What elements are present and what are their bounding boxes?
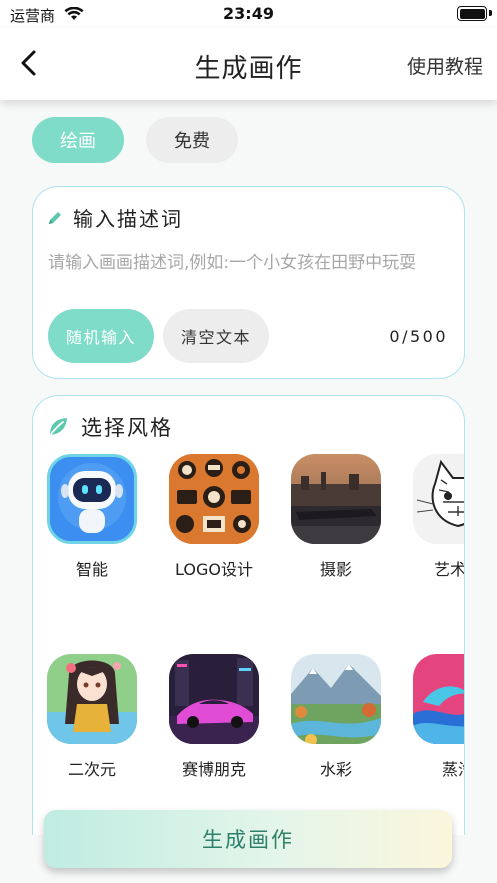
leaf-icon bbox=[50, 418, 67, 435]
style-label: 智能 bbox=[75, 560, 108, 579]
description-header: 输入描述词 bbox=[47, 203, 183, 232]
style-item-anime[interactable]: 二次元 bbox=[37, 654, 147, 780]
style-card: 选择风格 智能 LOGO设计 摄影 艺术 二次元 赛博朋克 水彩 蒸 bbox=[32, 395, 465, 835]
generate-button[interactable]: 生成画作 bbox=[44, 810, 452, 868]
back-button[interactable] bbox=[14, 46, 46, 80]
robot-thumbnail bbox=[47, 454, 137, 544]
chevron-left-icon bbox=[21, 50, 36, 76]
random-input-button[interactable]: 随机输入 bbox=[48, 309, 154, 363]
style-label: LOGO设计 bbox=[175, 560, 253, 579]
battery-icon bbox=[457, 6, 487, 21]
style-label: 二次元 bbox=[67, 760, 116, 779]
style-label: 赛博朋克 bbox=[181, 760, 246, 779]
character-counter: 0/500 bbox=[389, 327, 448, 346]
style-item-smart[interactable]: 智能 bbox=[37, 454, 147, 580]
description-card: 输入描述词 随机输入 清空文本 0/500 bbox=[32, 186, 465, 379]
chip-free[interactable]: 免费 bbox=[146, 117, 238, 163]
battery-cap bbox=[489, 10, 492, 16]
style-item-logo-design[interactable]: LOGO设计 bbox=[159, 454, 269, 580]
dolphin-art-thumbnail bbox=[413, 654, 464, 744]
watercolor-landscape-thumbnail bbox=[291, 654, 381, 744]
style-label: 艺术沙 bbox=[433, 560, 465, 579]
harbor-photo-thumbnail bbox=[291, 454, 381, 544]
cat-sketch-thumbnail bbox=[413, 454, 464, 544]
anime-girl-thumbnail bbox=[47, 654, 137, 744]
style-item-steam[interactable]: 蒸汽 bbox=[403, 654, 464, 780]
style-label: 蒸汽 bbox=[441, 760, 464, 779]
description-title: 输入描述词 bbox=[73, 207, 183, 231]
pencil-icon bbox=[49, 211, 61, 224]
style-title: 选择风格 bbox=[81, 416, 173, 440]
neon-car-thumbnail bbox=[169, 654, 259, 744]
style-item-cyberpunk[interactable]: 赛博朋克 bbox=[159, 654, 269, 780]
style-header: 选择风格 bbox=[47, 412, 173, 442]
style-label: 摄影 bbox=[319, 560, 352, 579]
status-bar: 运营商 23:49 bbox=[0, 0, 497, 28]
style-item-photography[interactable]: 摄影 bbox=[281, 454, 391, 580]
clear-text-button[interactable]: 清空文本 bbox=[163, 309, 269, 363]
nav-bar: 生成画作 使用教程 bbox=[0, 28, 497, 100]
description-input[interactable] bbox=[48, 253, 452, 273]
tutorial-link[interactable]: 使用教程 bbox=[407, 52, 483, 79]
clock: 23:49 bbox=[223, 4, 274, 23]
style-label: 水彩 bbox=[319, 760, 352, 779]
logo-badges-thumbnail bbox=[169, 454, 259, 544]
style-item-watercolor[interactable]: 水彩 bbox=[281, 654, 391, 780]
chip-painting[interactable]: 绘画 bbox=[32, 117, 124, 163]
style-item-art-sand[interactable]: 艺术沙 bbox=[403, 454, 465, 580]
